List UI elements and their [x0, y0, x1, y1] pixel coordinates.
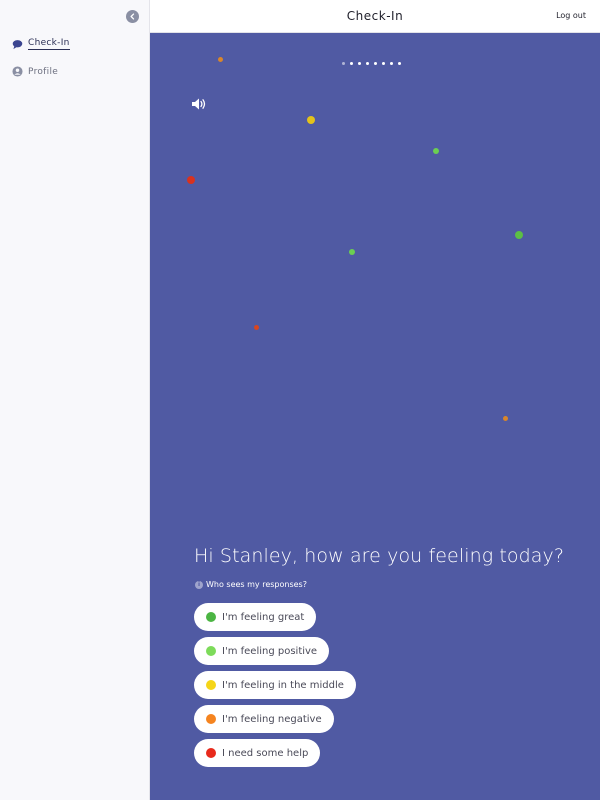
progress-dot	[366, 62, 369, 65]
mood-option-label: I'm feeling in the middle	[222, 679, 344, 691]
who-sees-label: Who sees my responses?	[206, 580, 307, 589]
info-icon: i	[195, 580, 203, 589]
mood-option-negative[interactable]: I'm feeling negative	[194, 705, 334, 733]
mood-option-middle[interactable]: I'm feeling in the middle	[194, 671, 356, 699]
confetti-dot	[307, 116, 315, 124]
mood-option-great[interactable]: I'm feeling great	[194, 603, 317, 631]
sidebar-item-check-in[interactable]: Check-In	[12, 38, 70, 50]
progress-dot	[358, 62, 361, 65]
step-progress	[342, 62, 406, 65]
top-header: Check-In Log out	[150, 0, 600, 33]
speaker-icon[interactable]	[191, 96, 207, 110]
sidebar-item-label: Profile	[28, 66, 59, 77]
user-circle-icon	[12, 66, 23, 77]
sidebar: Check-In Profile	[0, 0, 150, 800]
logout-link[interactable]: Log out	[556, 11, 586, 20]
mood-dot	[206, 748, 216, 758]
check-in-panel: Hi Stanley, how are you feeling today? i…	[150, 33, 600, 800]
mood-options: I'm feeling great I'm feeling positive I…	[194, 603, 356, 773]
mood-dot	[206, 646, 216, 656]
mood-option-label: I'm feeling great	[222, 611, 305, 623]
confetti-dot	[254, 325, 259, 330]
chat-bubble-icon	[12, 39, 23, 50]
sidebar-item-profile[interactable]: Profile	[12, 66, 58, 77]
confetti-dot	[433, 148, 439, 154]
confetti-dot	[218, 57, 223, 62]
chevron-left-icon	[130, 13, 135, 20]
mood-option-help[interactable]: I need some help	[194, 739, 321, 767]
confetti-dot	[187, 176, 195, 184]
progress-dot	[342, 62, 345, 65]
progress-dot	[398, 62, 401, 65]
confetti-dot	[503, 416, 508, 421]
mood-option-label: I need some help	[222, 747, 309, 759]
mood-option-label: I'm feeling positive	[222, 645, 318, 657]
confetti-dot	[349, 249, 355, 255]
mood-dot	[206, 612, 216, 622]
confetti-dot	[515, 231, 523, 239]
mood-option-label: I'm feeling negative	[222, 713, 322, 725]
mood-dot	[206, 680, 216, 690]
progress-dot	[390, 62, 393, 65]
progress-dot	[350, 62, 353, 65]
question-heading: Hi Stanley, how are you feeling today?	[194, 545, 565, 567]
mood-option-positive[interactable]: I'm feeling positive	[194, 637, 330, 665]
who-sees-link[interactable]: i Who sees my responses?	[195, 580, 307, 589]
mood-dot	[206, 714, 216, 724]
sidebar-item-label: Check-In	[28, 38, 70, 50]
progress-dot	[374, 62, 377, 65]
page-title: Check-In	[346, 9, 404, 23]
progress-dot	[382, 62, 385, 65]
collapse-sidebar-button[interactable]	[126, 10, 139, 23]
